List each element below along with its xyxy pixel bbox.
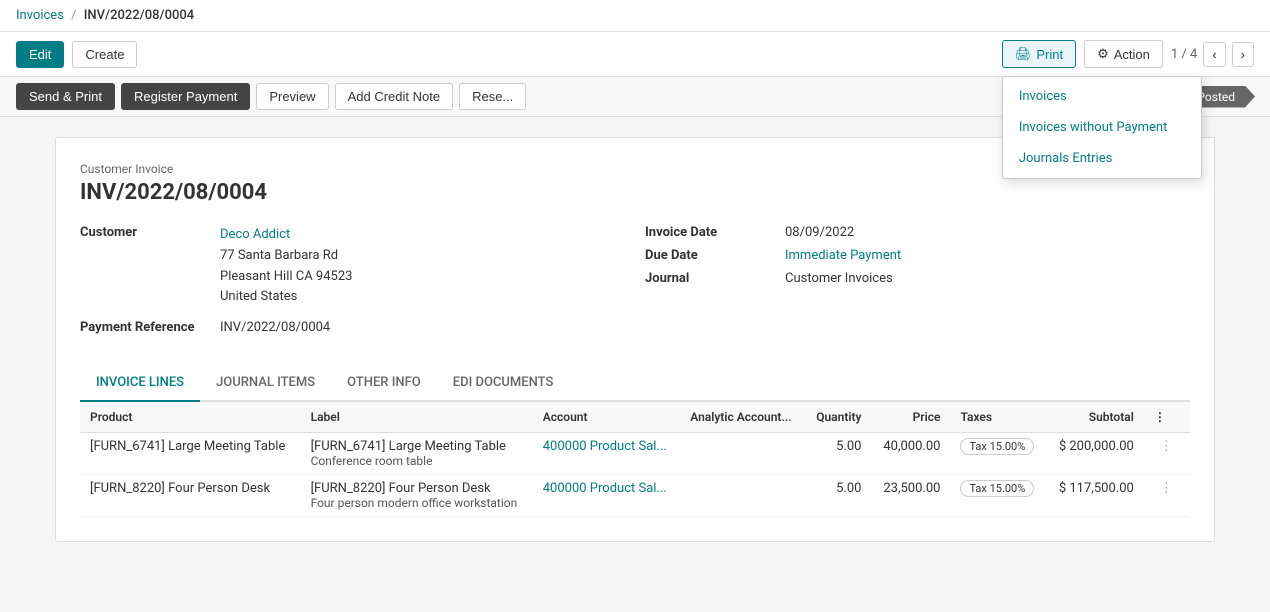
col-account: Account (533, 402, 680, 433)
print-dropdown-menu: Invoices Invoices without Payment Journa… (1002, 76, 1202, 179)
print-menu-invoices[interactable]: Invoices (1003, 81, 1201, 112)
breadcrumb-bar: Invoices / INV/2022/08/0004 (0, 0, 1270, 32)
cell-label: [FURN_8220] Four Person Desk Four person… (301, 475, 533, 517)
payment-reference-value: INV/2022/08/0004 (220, 320, 330, 335)
invoice-date-field-row: Invoice Date 08/09/2022 (645, 225, 1190, 240)
col-quantity: Quantity (805, 402, 872, 433)
invoice-card: Customer Invoice INV/2022/08/0004 Custom… (55, 137, 1215, 542)
journal-label: Journal (645, 271, 785, 286)
cell-price: 23,500.00 (871, 475, 950, 517)
print-icon: 🖨 (1015, 46, 1032, 62)
breadcrumb: Invoices / INV/2022/08/0004 (16, 8, 194, 23)
customer-country: United States (220, 287, 352, 308)
payment-reference-label: Payment Reference (80, 320, 220, 335)
due-date-label: Due Date (645, 248, 785, 263)
cell-row-action[interactable]: ⋮ (1144, 433, 1190, 475)
cell-taxes: Tax 15.00% (950, 433, 1046, 475)
invoice-left-fields: Customer Deco Addict 77 Santa Barbara Rd… (80, 225, 625, 341)
cell-subtotal: $ 200,000.00 (1047, 433, 1144, 475)
cell-quantity: 5.00 (805, 475, 872, 517)
cell-product: [FURN_6741] Large Meeting Table (80, 433, 301, 475)
col-analytic: Analytic Account... (680, 402, 804, 433)
print-button[interactable]: 🖨 Print (1002, 40, 1076, 68)
due-date-value: Immediate Payment (785, 248, 901, 263)
col-actions: ⋮ (1144, 402, 1190, 433)
col-product: Product (80, 402, 301, 433)
payment-reference-field-row: Payment Reference INV/2022/08/0004 (80, 320, 625, 335)
invoice-lines-table: Product Label Account Analytic Account..… (80, 402, 1190, 517)
action-button[interactable]: ⚙ Action (1084, 40, 1163, 68)
print-menu-invoices-without-payment[interactable]: Invoices without Payment (1003, 112, 1201, 143)
create-button[interactable]: Create (72, 41, 137, 68)
cell-price: 40,000.00 (871, 433, 950, 475)
col-price: Price (871, 402, 950, 433)
reset-button[interactable]: Rese... (459, 83, 526, 110)
invoice-right-fields: Invoice Date 08/09/2022 Due Date Immedia… (645, 225, 1190, 341)
customer-address2: Pleasant Hill CA 94523 (220, 267, 352, 288)
cell-product: [FURN_8220] Four Person Desk (80, 475, 301, 517)
main-content: Customer Invoice INV/2022/08/0004 Custom… (35, 117, 1235, 562)
invoice-date-value: 08/09/2022 (785, 225, 854, 240)
pagination-next[interactable]: › (1232, 42, 1254, 67)
tab-invoice-lines[interactable]: INVOICE LINES (80, 365, 200, 402)
table-row: [FURN_6741] Large Meeting Table [FURN_67… (80, 433, 1190, 475)
journal-value: Customer Invoices (785, 271, 893, 286)
gear-icon: ⚙ (1097, 46, 1109, 62)
register-payment-button[interactable]: Register Payment (121, 83, 250, 110)
cell-account: 400000 Product Sal... (533, 475, 680, 517)
tab-other-info[interactable]: OTHER INFO (331, 365, 437, 402)
tabs: INVOICE LINES JOURNAL ITEMS OTHER INFO E… (80, 365, 1190, 402)
preview-button[interactable]: Preview (256, 83, 328, 110)
cell-row-action[interactable]: ⋮ (1144, 475, 1190, 517)
pagination-text: 1 / 4 (1171, 47, 1197, 62)
cell-analytic (680, 433, 804, 475)
breadcrumb-parent-link[interactable]: Invoices (16, 8, 64, 23)
journal-field-row: Journal Customer Invoices (645, 271, 1190, 286)
col-label: Label (301, 402, 533, 433)
invoice-number: INV/2022/08/0004 (80, 180, 1190, 205)
print-label: Print (1036, 47, 1063, 62)
invoice-lines-table-container: Product Label Account Analytic Account..… (80, 402, 1190, 517)
cell-taxes: Tax 15.00% (950, 475, 1046, 517)
pagination: 1 / 4 ‹ › (1171, 42, 1254, 67)
print-menu-journals-entries[interactable]: Journals Entries (1003, 143, 1201, 174)
customer-name: Deco Addict (220, 225, 352, 246)
customer-address1: 77 Santa Barbara Rd (220, 246, 352, 267)
action-label: Action (1114, 47, 1150, 62)
edit-button[interactable]: Edit (16, 41, 64, 68)
customer-label: Customer (80, 225, 220, 240)
table-row: [FURN_8220] Four Person Desk [FURN_8220]… (80, 475, 1190, 517)
send-print-button[interactable]: Send & Print (16, 83, 115, 110)
invoice-date-label: Invoice Date (645, 225, 785, 240)
invoice-info: Customer Deco Addict 77 Santa Barbara Rd… (80, 225, 1190, 341)
cell-subtotal: $ 117,500.00 (1047, 475, 1144, 517)
customer-field-row: Customer Deco Addict 77 Santa Barbara Rd… (80, 225, 625, 308)
col-taxes: Taxes (950, 402, 1046, 433)
print-wrapper: 🖨 Print Invoices Invoices without Paymen… (1002, 40, 1076, 68)
chevron-right-icon: › (1241, 47, 1245, 62)
add-credit-note-button[interactable]: Add Credit Note (335, 83, 454, 110)
tab-journal-items[interactable]: JOURNAL ITEMS (200, 365, 331, 402)
cell-label: [FURN_6741] Large Meeting Table Conferen… (301, 433, 533, 475)
due-date-field-row: Due Date Immediate Payment (645, 248, 1190, 263)
col-subtotal: Subtotal (1047, 402, 1144, 433)
breadcrumb-current: INV/2022/08/0004 (84, 8, 194, 23)
cell-quantity: 5.00 (805, 433, 872, 475)
customer-address: Deco Addict 77 Santa Barbara Rd Pleasant… (220, 225, 352, 308)
tab-edi-documents[interactable]: EDI DOCUMENTS (437, 365, 570, 402)
cell-analytic (680, 475, 804, 517)
chevron-left-icon: ‹ (1212, 47, 1216, 62)
action-bar: Edit Create 🖨 Print Invoices Invoices wi… (0, 32, 1270, 77)
cell-account: 400000 Product Sal... (533, 433, 680, 475)
pagination-prev[interactable]: ‹ (1203, 42, 1225, 67)
